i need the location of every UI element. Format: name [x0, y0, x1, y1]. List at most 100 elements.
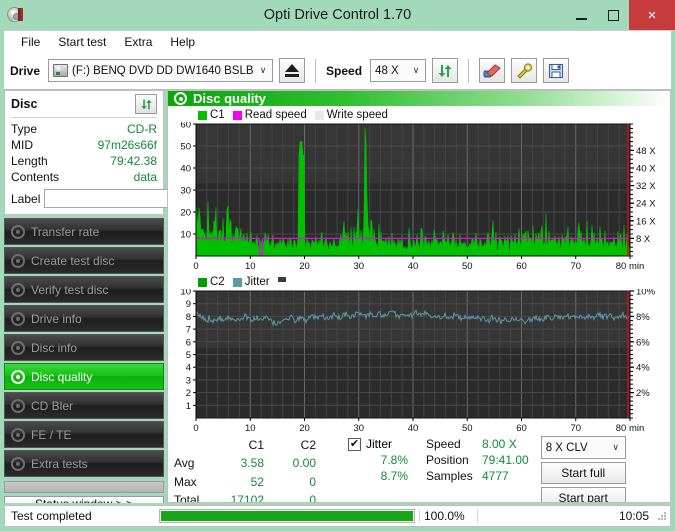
disc-icon [11, 311, 25, 326]
sidebar-item-fe-te[interactable]: FE / TE [4, 421, 164, 448]
menu-item-file[interactable]: File [12, 33, 49, 51]
sidebar-item-disc-quality[interactable]: Disc quality [4, 363, 164, 390]
disc-icon [11, 427, 25, 442]
eject-icon [285, 64, 300, 77]
svg-text:7: 7 [186, 325, 191, 336]
svg-text:2: 2 [186, 388, 191, 399]
svg-text:60: 60 [180, 122, 191, 131]
svg-text:10%: 10% [636, 289, 656, 298]
svg-text:30: 30 [180, 186, 191, 197]
disc-label-row: Label [11, 188, 249, 209]
svg-text:4%: 4% [636, 363, 650, 374]
menu-bar: File Start test Extra Help [4, 30, 671, 52]
menu-item-start-test[interactable]: Start test [49, 33, 115, 51]
legend-swatch-extra [277, 276, 286, 282]
start-full-button[interactable]: Start full [540, 462, 626, 484]
maximize-button[interactable] [597, 0, 629, 30]
svg-text:20: 20 [299, 423, 310, 434]
jitter-checkbox[interactable]: ✔ [348, 437, 361, 451]
svg-text:60: 60 [516, 261, 527, 272]
legend-label: C1 [210, 109, 225, 121]
disc-icon [11, 369, 25, 384]
avg-c2-value: 0.00 [292, 456, 316, 471]
sidebar-nav: Transfer rate Create test disc Verify te… [4, 218, 164, 493]
eject-button[interactable] [279, 58, 306, 83]
resize-grip-icon[interactable] [657, 511, 667, 521]
svg-text:3: 3 [186, 375, 191, 386]
sidebar-item-drive-info[interactable]: Drive info [4, 305, 164, 332]
svg-text:0: 0 [193, 261, 198, 272]
sidebar-item-disc-info[interactable]: Disc info [4, 334, 164, 361]
tools-icon [516, 62, 532, 79]
minimize-button[interactable] [565, 0, 597, 30]
disc-refresh-button[interactable] [135, 94, 157, 114]
svg-text:40: 40 [408, 423, 419, 434]
max-c2-value: 0 [309, 474, 316, 489]
close-button[interactable]: × [629, 0, 675, 30]
c2-jitter-chart[interactable]: 123456789102%4%6%8%10%0 10 20 30 40 50 60 70 80 … [172, 289, 664, 434]
svg-text:48 X: 48 X [636, 146, 656, 157]
disc-info-panel: Disc Type CD-R MID 97m26s66f Length 79:4… [4, 90, 249, 215]
tools-button[interactable] [511, 58, 538, 83]
legend-swatch [232, 277, 242, 287]
sidebar-item-transfer-rate[interactable]: Transfer rate [4, 218, 164, 245]
progress-percent: 100.0% [419, 509, 477, 523]
sidebar-item-extra-tests[interactable]: Extra tests [4, 450, 164, 477]
svg-text:6%: 6% [636, 337, 650, 348]
legend-item-c1: C1 [198, 109, 225, 121]
position-value: 79:41.00 [482, 453, 529, 467]
save-button[interactable] [543, 58, 570, 83]
disc-icon [11, 340, 25, 355]
speed-select[interactable]: 48 X ∨ [370, 59, 427, 82]
svg-text:24 X: 24 X [636, 199, 656, 210]
svg-text:40: 40 [408, 261, 419, 272]
refresh-icon [438, 64, 452, 77]
action-buttons: 8 X CLV ∨ Start full Start part [540, 436, 626, 502]
legend-swatch [198, 277, 207, 287]
clv-select[interactable]: 8 X CLV ∨ [540, 436, 626, 459]
panel-header: Disc quality [168, 91, 670, 106]
erase-button[interactable] [479, 58, 506, 83]
speed-value: 8.00 X [482, 437, 517, 451]
chevron-down-icon: ∨ [259, 65, 267, 75]
menu-item-help[interactable]: Help [161, 33, 204, 51]
c1-read-speed-chart[interactable]: 10 20 30 40 50 60 8 X 16 X 24 X 32 X 40 X 48 X 0 10 20… [172, 122, 664, 272]
refresh-button[interactable] [432, 58, 459, 83]
info-row-position: Position 79:41.00 [426, 452, 529, 468]
svg-text:80 min: 80 min [616, 423, 645, 434]
app-window: Opti Drive Control 1.70 × File Start tes… [0, 0, 675, 531]
svg-text:30: 30 [353, 423, 364, 434]
samples-value: 4777 [482, 469, 509, 483]
legend-item-read-speed: Read speed [232, 109, 307, 121]
start-part-button[interactable]: Start part [540, 487, 626, 502]
main-panel: Disc quality C1 Read speed Write speed 1… [167, 90, 671, 503]
disc-row-contents: Contents data [11, 169, 157, 185]
table-row: Avg 3.58 0.00 [174, 454, 322, 472]
svg-text:70: 70 [570, 261, 581, 272]
progress-fill [161, 511, 413, 521]
disc-icon [11, 456, 25, 471]
svg-text:8: 8 [186, 312, 191, 323]
disc-row-value: data [133, 170, 157, 184]
drive-select[interactable]: (F:) BENQ DVD DD DW1640 BSLB ∨ [48, 59, 274, 82]
sidebar-item-create-test-disc[interactable]: Create test disc [4, 247, 164, 274]
status-window-button[interactable]: Status window > > [4, 496, 164, 503]
table-header-row: C1 C2 [174, 436, 322, 454]
sidebar-item-label: Verify test disc [31, 282, 109, 297]
sidebar-item-cd-bler[interactable]: CD Bler [4, 392, 164, 419]
legend-item-c2: C2 [198, 276, 225, 288]
app-body: Disc Type CD-R MID 97m26s66f Length 79:4… [4, 90, 671, 503]
menu-item-extra[interactable]: Extra [115, 33, 161, 51]
sidebar-item-label: Drive info [31, 311, 82, 326]
svg-text:50: 50 [462, 261, 473, 272]
info-row-samples: Samples 4777 [426, 468, 529, 484]
svg-text:6: 6 [186, 337, 191, 348]
disc-row-value: 79:42.38 [110, 154, 157, 168]
clv-select-value: 8 X CLV [545, 441, 588, 454]
disc-icon [11, 253, 25, 268]
avg-c1-value: 3.58 [240, 456, 264, 471]
sidebar-item-verify-test-disc[interactable]: Verify test disc [4, 276, 164, 303]
info-key: Samples [426, 469, 473, 483]
disc-row-key: Length [11, 154, 48, 168]
disc-row-key: Type [11, 122, 38, 136]
